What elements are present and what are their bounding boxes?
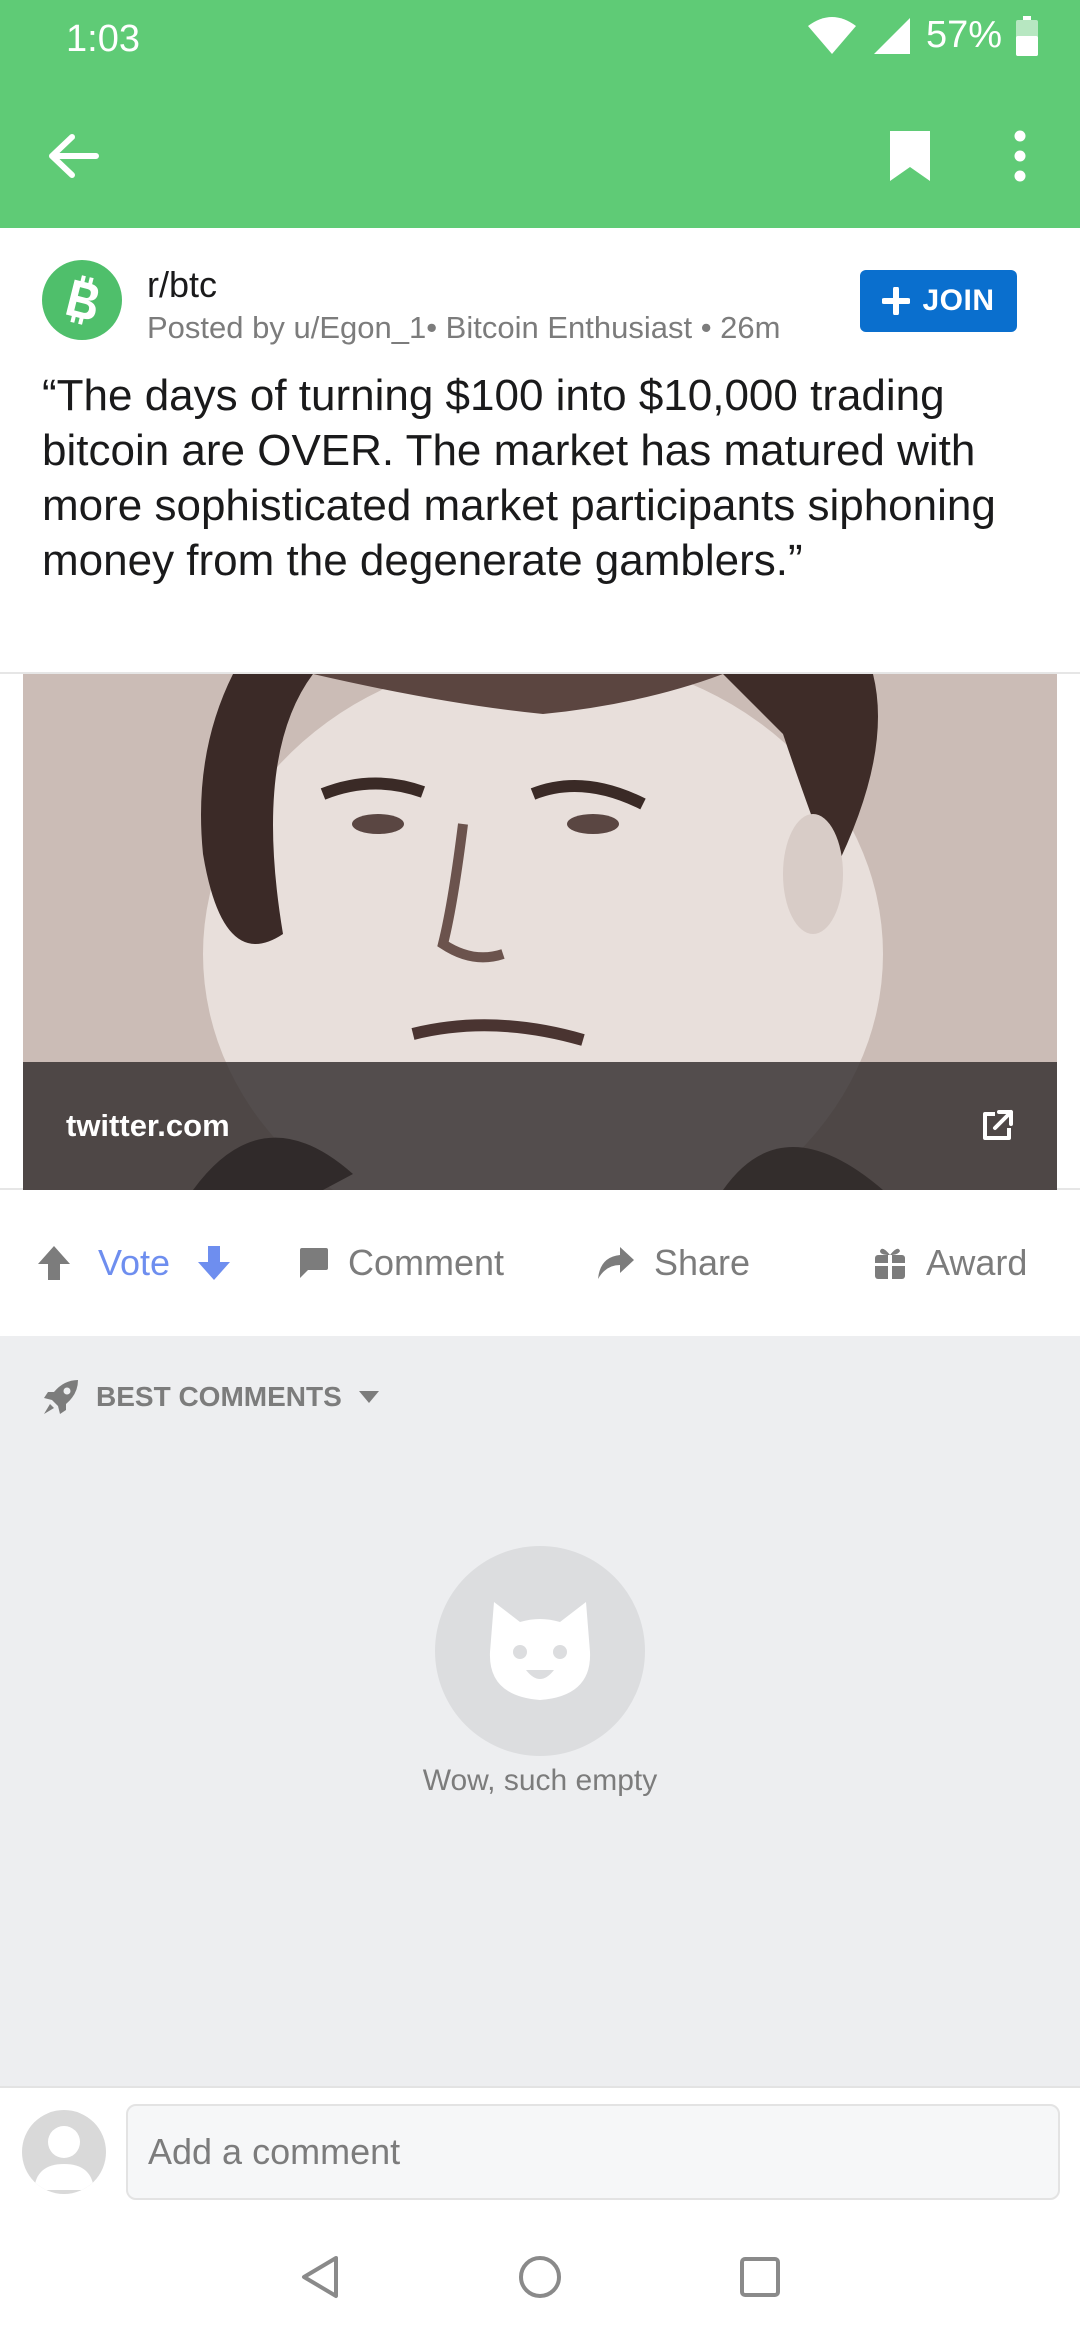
wifi-icon <box>807 16 856 54</box>
link-domain: twitter.com <box>66 1108 230 1143</box>
nav-recents-icon <box>740 2257 780 2297</box>
plus-icon <box>882 287 911 315</box>
bookmark-icon <box>890 131 930 181</box>
cell-signal-icon <box>873 17 910 54</box>
nav-home-icon <box>519 2256 561 2298</box>
more-vertical-icon <box>1014 130 1026 182</box>
cat-face-icon <box>489 1602 591 1700</box>
back-button[interactable] <box>38 120 110 192</box>
post-header: r/btc Posted by u/Egon_1• Bitcoin Enthus… <box>0 228 1080 672</box>
downvote-icon[interactable] <box>196 1244 232 1282</box>
top-bar: 1:03 57% <box>0 0 1080 228</box>
link-preview-bar: twitter.com <box>23 1062 1057 1190</box>
comment-label: Comment <box>348 1242 505 1283</box>
arrow-left-icon <box>49 134 99 178</box>
post-title: “The days of turning $100 into $10,000 t… <box>42 371 996 585</box>
empty-state-illustration <box>435 1546 645 1756</box>
nav-home-button[interactable] <box>505 2242 575 2312</box>
bookmark-button[interactable] <box>870 120 950 192</box>
system-nav-bar <box>0 2214 1080 2340</box>
vote-group: Vote <box>36 1190 232 1336</box>
user-avatar[interactable] <box>22 2110 106 2194</box>
nav-back-button[interactable] <box>285 2242 355 2312</box>
vote-label: Vote <box>98 1242 171 1283</box>
caret-down-icon <box>358 1391 379 1403</box>
more-options-button[interactable] <box>990 120 1050 192</box>
subreddit-avatar[interactable] <box>42 260 122 340</box>
nav-back-icon <box>302 2256 338 2298</box>
link-preview[interactable]: twitter.com <box>23 674 1057 1190</box>
user-icon <box>34 2126 94 2190</box>
gift-icon <box>875 1248 905 1279</box>
award-button[interactable]: Award <box>872 1190 1027 1336</box>
share-label: Share <box>654 1242 751 1283</box>
empty-state-text: Wow, such empty <box>422 1764 658 1797</box>
award-label: Award <box>926 1242 1028 1283</box>
post-action-bar: Vote Comment Share Award <box>0 1190 1080 1336</box>
post-meta: Posted by u/Egon_1• Bitcoin Enthusiast •… <box>147 310 781 345</box>
sort-label: BEST COMMENTS <box>96 1381 342 1412</box>
subreddit-name[interactable]: r/btc <box>147 264 217 306</box>
app-bar <box>0 80 1080 228</box>
link-preview-container: twitter.com <box>0 672 1080 1190</box>
join-button[interactable]: JOIN <box>860 270 1017 332</box>
battery-percent: 57% <box>925 14 1002 56</box>
comment-input[interactable]: Add a comment <box>126 2104 1060 2200</box>
status-icons: 57% <box>806 14 1038 57</box>
status-time: 1:03 <box>66 18 140 60</box>
battery-icon <box>1016 15 1038 56</box>
nav-recents-button[interactable] <box>725 2242 795 2312</box>
bitcoin-icon <box>66 275 99 325</box>
external-link-icon[interactable] <box>977 1106 1017 1146</box>
status-bar: 1:03 57% <box>0 0 1080 80</box>
share-icon <box>598 1247 634 1279</box>
comment-icon <box>300 1248 328 1278</box>
comment-button[interactable]: Comment <box>296 1190 504 1336</box>
rocket-icon <box>44 1380 78 1414</box>
share-button[interactable]: Share <box>596 1190 750 1336</box>
join-label: JOIN <box>922 284 995 317</box>
comments-section: BEST COMMENTS Wow, such empty <box>0 1336 1080 2086</box>
comment-input-bar: Add a comment <box>0 2086 1080 2214</box>
comment-sort-dropdown[interactable]: BEST COMMENTS <box>42 1378 380 1416</box>
upvote-icon[interactable] <box>36 1244 72 1282</box>
